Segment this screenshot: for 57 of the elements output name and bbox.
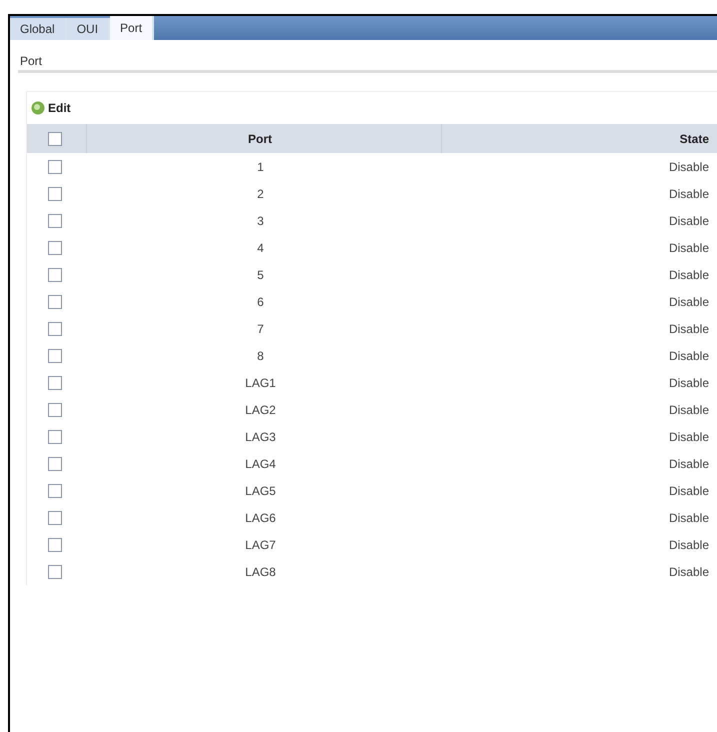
table-cell: 1 bbox=[257, 160, 264, 174]
table-cell: LAG3 bbox=[245, 430, 276, 444]
row-checkbox[interactable] bbox=[48, 538, 62, 552]
row-checkbox[interactable] bbox=[48, 484, 62, 498]
table-cell: Disable bbox=[668, 484, 709, 498]
tab[interactable]: Global bbox=[10, 18, 67, 40]
table-cell: 5 bbox=[257, 268, 264, 282]
row-checkbox[interactable] bbox=[48, 240, 62, 254]
column-header: Port bbox=[248, 132, 272, 146]
table-cell: Disable bbox=[668, 160, 709, 174]
row-checkbox[interactable] bbox=[48, 348, 62, 362]
edit-icon bbox=[31, 101, 45, 115]
table-cell: LAG8 bbox=[245, 564, 276, 578]
table-cell: LAG1 bbox=[245, 376, 276, 390]
row-checkbox[interactable] bbox=[48, 510, 62, 524]
table-cell: Disable bbox=[668, 348, 709, 362]
table-cell: Disable bbox=[668, 376, 709, 390]
table-cell: Disable bbox=[668, 322, 709, 336]
table-cell: Disable bbox=[668, 402, 709, 416]
table-cell: Disable bbox=[668, 510, 709, 524]
column-header: State bbox=[680, 132, 709, 146]
row-checkbox[interactable] bbox=[48, 268, 62, 282]
row-checkbox[interactable] bbox=[48, 294, 62, 308]
table-cell: LAG6 bbox=[245, 510, 276, 524]
table-cell: 6 bbox=[257, 294, 264, 308]
table-cell: Disable bbox=[668, 294, 709, 308]
row-checkbox[interactable] bbox=[48, 456, 62, 470]
table-cell: Disable bbox=[668, 564, 709, 578]
row-checkbox[interactable] bbox=[48, 402, 62, 416]
table-cell: 2 bbox=[257, 186, 264, 200]
select-all-checkbox[interactable] bbox=[48, 132, 62, 146]
row-checkbox[interactable] bbox=[48, 214, 62, 228]
table-cell: 7 bbox=[257, 322, 264, 336]
row-checkbox[interactable] bbox=[48, 186, 62, 200]
table-cell: Disable bbox=[668, 456, 709, 470]
row-checkbox[interactable] bbox=[48, 564, 62, 578]
table-cell: Disable bbox=[668, 268, 709, 282]
table-cell: 8 bbox=[257, 348, 264, 362]
table-cell: LAG4 bbox=[245, 456, 276, 470]
section-title: Port bbox=[20, 54, 42, 68]
row-checkbox[interactable] bbox=[48, 376, 62, 390]
table-cell: Disable bbox=[668, 538, 709, 552]
edit-button[interactable]: Edit bbox=[31, 101, 71, 115]
table-cell: LAG5 bbox=[245, 484, 276, 498]
table-cell: 4 bbox=[257, 240, 264, 254]
table-cell: Disable bbox=[668, 214, 709, 228]
table-cell: LAG7 bbox=[245, 538, 276, 552]
row-checkbox[interactable] bbox=[48, 160, 62, 174]
row-checkbox[interactable] bbox=[48, 430, 62, 444]
table-cell: Disable bbox=[668, 240, 709, 254]
table-cell: LAG2 bbox=[245, 402, 276, 416]
row-checkbox[interactable] bbox=[48, 322, 62, 336]
tab[interactable]: OUI bbox=[66, 18, 110, 40]
table-cell: 3 bbox=[257, 214, 264, 228]
tab[interactable]: Port bbox=[110, 16, 154, 40]
table-cell: Disable bbox=[668, 186, 709, 200]
table-cell: Disable bbox=[668, 430, 709, 444]
